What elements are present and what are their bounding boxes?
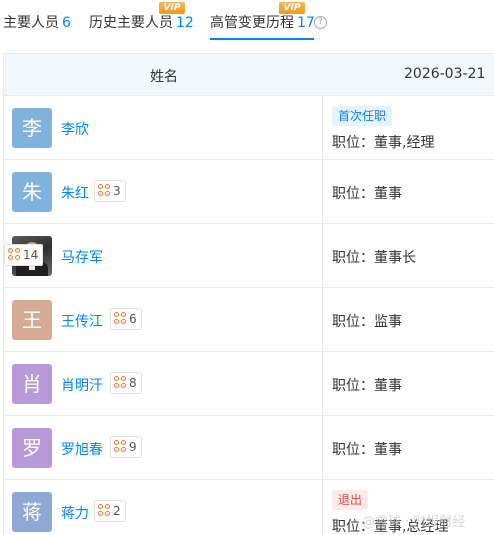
column-header-date: 2026-03-21 [404,66,486,82]
avatar[interactable]: 蒋 [12,492,52,532]
avatar[interactable]: 罗 [12,428,52,468]
tab-count: 6 [62,15,71,31]
tab-bar: 主要人员 6 历史主要人员 12 VIP 高管变更历程 17 VIP ? [0,0,494,46]
first-appointment-tag: 首次任职 [332,106,393,126]
avatar[interactable]: 王 [12,300,52,340]
tab-label: 高管变更历程 [210,15,294,31]
table-row: 朱朱红 3 职位：董事 [4,160,494,224]
table-header: 姓名 2026-03-21 [4,54,494,96]
column-divider [322,160,323,223]
exit-tag: 退出 [332,490,369,510]
position-text: 职位：董事长 [332,250,416,266]
tab-history-personnel[interactable]: 历史主要人员 12 [89,12,194,32]
network-icon [98,184,110,196]
position-text: 职位：董事,经理 [332,135,435,151]
person-name-link[interactable]: 蒋力 [61,503,89,523]
tab-main-personnel[interactable]: 主要人员 6 [3,12,71,32]
person-name-link[interactable]: 马存军 [61,247,103,267]
executive-table: 姓名 2026-03-21 李李欣 首次任职 职位：董事,经理朱朱红 3 职位：董事 马存… [3,53,494,535]
relation-count-badge[interactable]: 9 [110,436,142,458]
relation-count: 9 [129,440,137,454]
network-icon [98,504,110,516]
person-name-link[interactable]: 朱红 [61,183,89,203]
column-divider [322,416,323,479]
table-body: 李李欣 首次任职 职位：董事,经理朱朱红 3 职位：董事 马存军 14 职位：董事长王王传江 6… [4,96,494,535]
tab-executive-changes[interactable]: 高管变更历程 17 [210,12,315,32]
active-tab-indicator [210,38,314,40]
position-text: 职位：董事 [332,378,402,394]
help-icon[interactable]: ? [314,16,327,29]
vip-badge: VIP [279,2,305,14]
table-row: 肖肖明汗 8 职位：董事 [4,352,494,416]
relation-count: 6 [129,312,137,326]
relation-count: 8 [129,376,137,390]
person-name-link[interactable]: 李欣 [61,119,89,139]
tab-label: 主要人员 [3,15,59,31]
column-header-name: 姓名 [150,69,178,85]
table-row: 罗罗旭春 9 职位：董事 [4,416,494,480]
column-divider [322,224,323,287]
network-icon [8,248,20,260]
tab-label: 历史主要人员 [89,15,173,31]
tab-count: 17 [297,15,315,31]
person-name-link[interactable]: 王传江 [61,311,103,331]
position-text: 职位：董事 [332,442,402,458]
table-row: 王王传江 6 职位：监事 [4,288,494,352]
tab-count: 12 [176,15,194,31]
network-icon [114,376,126,388]
person-name-link[interactable]: 罗旭春 [61,439,103,459]
avatar[interactable]: 朱 [12,172,52,212]
column-divider [322,288,323,351]
table-row: 马存军 14 职位：董事长 [4,224,494,288]
position-text: 职位：监事 [332,314,402,330]
vip-badge: VIP [159,2,185,14]
watermark: @雪球 · 财报财经 [362,515,466,530]
avatar[interactable]: 肖 [12,364,52,404]
column-divider [322,352,323,415]
column-divider [322,96,323,159]
relation-count-badge[interactable]: 2 [94,500,126,522]
position-text: 职位：董事 [332,186,402,202]
relation-count: 3 [113,184,121,198]
network-icon [114,440,126,452]
person-name-link[interactable]: 肖明汗 [61,375,103,395]
relation-count-badge[interactable]: 8 [110,372,142,394]
avatar[interactable]: 李 [12,108,52,148]
relation-count: 14 [23,248,39,262]
relation-count-badge[interactable]: 3 [94,180,126,202]
relation-count-badge[interactable]: 6 [110,308,142,330]
relation-count: 2 [113,504,121,518]
relation-count-badge[interactable]: 14 [4,244,44,266]
column-divider [322,480,323,535]
network-icon [114,312,126,324]
table-row: 李李欣 首次任职职位：董事,经理 [4,96,494,160]
